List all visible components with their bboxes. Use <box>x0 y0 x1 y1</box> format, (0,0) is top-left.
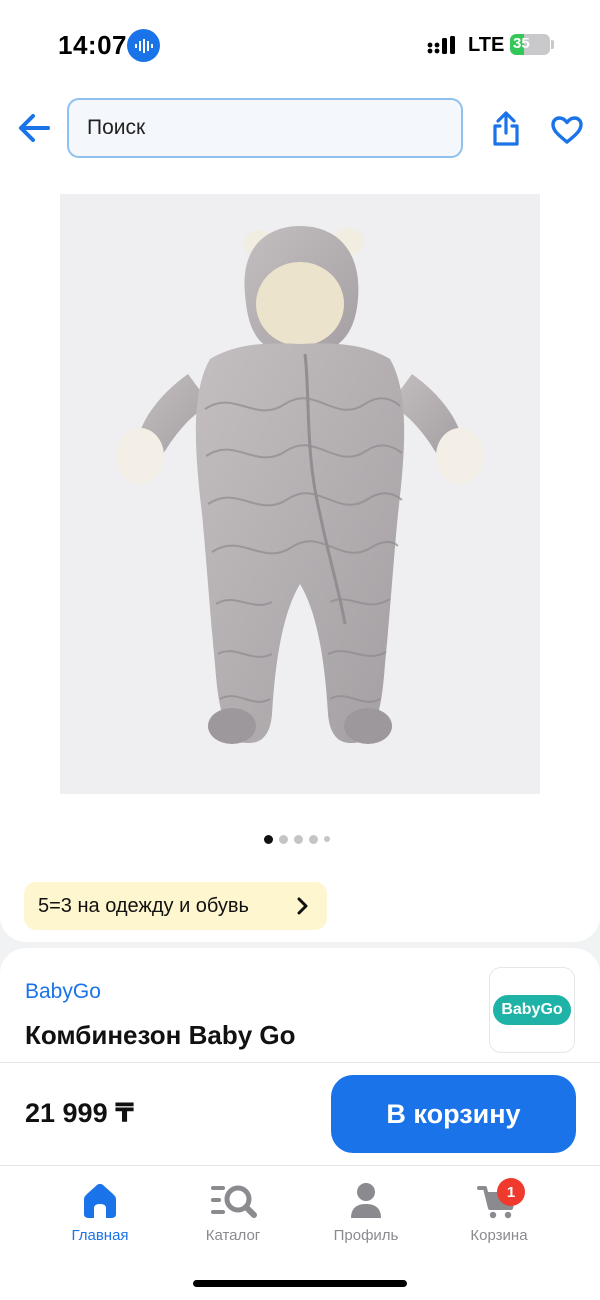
pager-dot[interactable] <box>279 834 288 844</box>
network-type: LTE <box>468 34 505 56</box>
favorite-button[interactable] <box>547 110 587 150</box>
arrow-left-icon <box>19 114 50 142</box>
voice-assistant-icon[interactable] <box>127 29 160 62</box>
share-button[interactable] <box>486 108 526 150</box>
tab-home[interactable]: Главная <box>45 1180 155 1250</box>
search-input[interactable] <box>87 116 461 140</box>
heart-icon <box>551 116 583 144</box>
tab-label: Корзина <box>470 1227 528 1244</box>
divider <box>0 1062 600 1063</box>
divider <box>0 1165 600 1166</box>
product-price: 21 999 ₸ <box>25 1098 134 1128</box>
brand-logo-button[interactable]: BabyGo <box>489 967 575 1053</box>
battery-icon: 35 <box>510 34 550 55</box>
battery-percent: 35 <box>513 35 530 52</box>
promo-banner[interactable]: 5=3 на одежду и обувь <box>24 882 327 930</box>
promo-label: 5=3 на одежду и обувь <box>38 894 249 917</box>
tab-label: Каталог <box>205 1227 261 1244</box>
catalog-search-icon <box>209 1180 257 1222</box>
brand-link[interactable]: BabyGo <box>25 980 101 1004</box>
pager-dot[interactable] <box>264 834 273 844</box>
status-bar: 14:07 LTE 35 <box>0 0 600 90</box>
product-title: Комбинезон Baby Go <box>25 1020 296 1050</box>
tab-cart[interactable]: 1 Корзина <box>444 1178 554 1250</box>
tab-label: Профиль <box>333 1227 399 1244</box>
home-indicator <box>193 1280 407 1287</box>
pager-dot[interactable] <box>309 834 318 844</box>
profile-icon <box>342 1180 390 1222</box>
snowsuit-illustration <box>116 226 484 744</box>
cellular-signal-icon <box>427 36 455 54</box>
tab-catalog[interactable]: Каталог <box>178 1180 288 1250</box>
tab-label: Главная <box>71 1227 129 1244</box>
back-button[interactable] <box>14 108 54 148</box>
cart-icon: 1 <box>475 1178 525 1222</box>
brand-logo: BabyGo <box>493 995 571 1025</box>
home-icon <box>76 1180 124 1222</box>
cart-count-badge: 1 <box>497 1178 525 1206</box>
pager-dot[interactable] <box>294 834 303 844</box>
add-to-cart-button[interactable]: В корзину <box>331 1075 576 1153</box>
share-icon <box>493 111 519 146</box>
battery-cap <box>551 40 554 49</box>
chevron-right-icon <box>297 897 308 915</box>
gallery-pager[interactable] <box>264 834 330 844</box>
status-time: 14:07 <box>58 30 127 60</box>
product-image[interactable] <box>60 194 540 794</box>
pager-dot[interactable] <box>324 836 330 842</box>
tab-profile[interactable]: Профиль <box>311 1180 421 1250</box>
search-bar[interactable] <box>67 98 463 158</box>
